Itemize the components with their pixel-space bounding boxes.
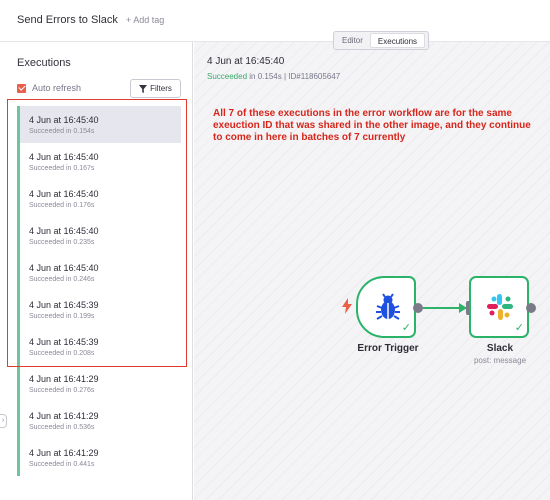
filters-label: Filters	[150, 84, 172, 93]
execution-status: Succeeded in 0.536s	[29, 424, 95, 431]
execution-status: Succeeded in 0.199s	[29, 313, 95, 320]
execution-item[interactable]: 4 Jun at 16:45:39 Succeeded in 0.199s	[17, 291, 181, 328]
execution-date: 4 Jun at 16:45:40	[29, 189, 99, 199]
execution-status-text: Succeeded	[207, 72, 248, 81]
tab-editor[interactable]: Editor	[335, 33, 370, 48]
execution-meta: Succeeded in 0.154s | ID#118605647	[207, 72, 340, 81]
execution-date: 4 Jun at 16:41:29	[29, 374, 99, 384]
filter-icon	[139, 84, 148, 93]
execution-item[interactable]: 4 Jun at 16:45:40 Succeeded in 0.235s	[17, 217, 181, 254]
workflow-name[interactable]: Send Errors to Slack	[17, 14, 118, 26]
annotation-text: All 7 of these executions in the error w…	[213, 108, 531, 143]
execution-header: 4 Jun at 16:45:40 Succeeded in 0.154s | …	[207, 56, 340, 81]
auto-refresh-label: Auto refresh	[32, 83, 82, 93]
slack-output-port[interactable]	[526, 303, 536, 313]
execution-status: Succeeded in 0.208s	[29, 350, 95, 357]
collapse-sidebar-handle[interactable]: ›	[0, 414, 7, 428]
execution-status: Succeeded in 0.167s	[29, 165, 95, 172]
meta-separator: |	[283, 72, 287, 81]
slack-label: Slack	[486, 343, 514, 354]
executions-list: 4 Jun at 16:45:40 Succeeded in 0.154s 4 …	[17, 106, 181, 476]
execution-item[interactable]: 4 Jun at 16:45:40 Succeeded in 0.176s	[17, 180, 181, 217]
trigger-output-port[interactable]	[413, 303, 423, 313]
execution-item[interactable]: 4 Jun at 16:45:40 Succeeded in 0.246s	[17, 254, 181, 291]
execution-date: 4 Jun at 16:45:40	[29, 226, 99, 236]
error-trigger-label: Error Trigger	[357, 343, 419, 354]
bug-icon	[376, 293, 400, 320]
execution-item[interactable]: 4 Jun at 16:45:40 Succeeded in 0.167s	[17, 143, 181, 180]
execution-item[interactable]: 4 Jun at 16:45:39 Succeeded in 0.208s	[17, 328, 181, 365]
execution-item[interactable]: 4 Jun at 16:41:29 Succeeded in 0.441s	[17, 439, 181, 476]
execution-date: 4 Jun at 16:45:39	[29, 337, 99, 347]
execution-date: 4 Jun at 16:45:39	[29, 300, 99, 310]
auto-refresh-toggle[interactable]: Auto refresh	[17, 83, 81, 93]
slack-node[interactable]: ✓	[469, 276, 529, 338]
execution-item[interactable]: 4 Jun at 16:41:29 Succeeded in 0.536s	[17, 402, 181, 439]
success-check-icon: ✓	[514, 322, 524, 334]
execution-item[interactable]: 4 Jun at 16:41:29 Succeeded in 0.276s	[17, 365, 181, 402]
chevron-right-icon: ›	[1, 417, 5, 424]
slack-icon	[487, 294, 513, 320]
execution-item[interactable]: 4 Jun at 16:45:40 Succeeded in 0.154s	[17, 106, 181, 143]
execution-duration: in 0.154s	[249, 72, 282, 81]
lightning-bolt-icon	[342, 298, 352, 314]
execution-date: 4 Jun at 16:45:40	[29, 115, 99, 125]
success-check-icon: ✓	[401, 322, 411, 334]
executions-title: Executions	[17, 57, 71, 69]
auto-refresh-checkbox[interactable]	[17, 83, 26, 93]
execution-status: Succeeded in 0.154s	[29, 128, 95, 135]
execution-status: Succeeded in 0.276s	[29, 387, 95, 394]
filters-button[interactable]: Filters	[130, 79, 181, 98]
top-bar: Send Errors to Slack + Add tag	[0, 0, 550, 42]
slack-subtitle: post: message	[473, 356, 527, 365]
execution-status: Succeeded in 0.176s	[29, 202, 95, 209]
executions-sidebar: Executions Auto refresh Filters 4 Jun at…	[0, 42, 193, 500]
tab-executions[interactable]: Executions	[369, 33, 426, 48]
error-trigger-node[interactable]: ✓	[356, 276, 416, 338]
execution-date: 4 Jun at 16:45:40	[29, 152, 99, 162]
execution-status: Succeeded in 0.441s	[29, 461, 95, 468]
view-toggle: Editor Executions	[333, 31, 429, 50]
add-tag-button[interactable]: + Add tag	[126, 15, 164, 25]
execution-status: Succeeded in 0.246s	[29, 276, 95, 283]
execution-date: 4 Jun at 16:45:40	[29, 263, 99, 273]
execution-id: ID#118605647	[288, 72, 341, 81]
execution-title-date: 4 Jun at 16:45:40	[207, 56, 285, 67]
execution-date: 4 Jun at 16:41:29	[29, 448, 99, 458]
execution-status: Succeeded in 0.235s	[29, 239, 95, 246]
execution-date: 4 Jun at 16:41:29	[29, 411, 99, 421]
